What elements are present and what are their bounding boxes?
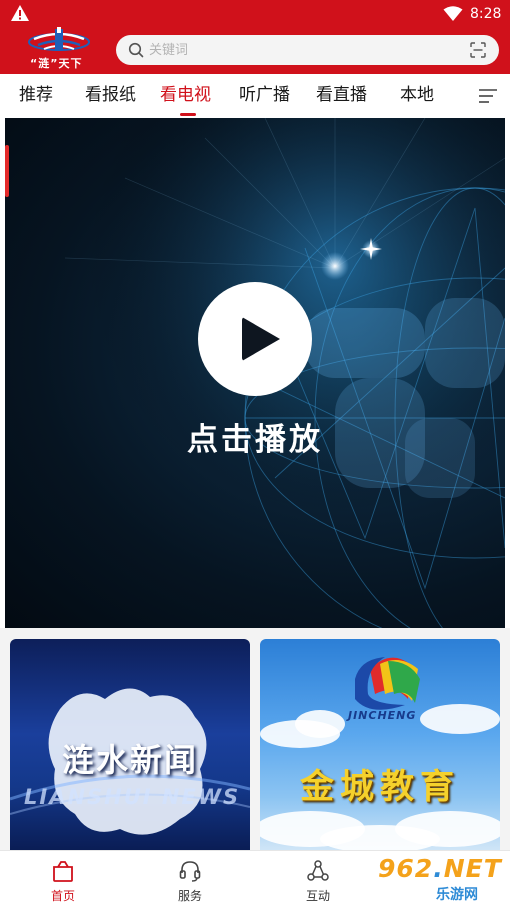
card-title: 金城教育 <box>300 767 460 807</box>
card-brand: JINCHENG <box>348 709 417 722</box>
play-button[interactable] <box>198 282 312 396</box>
tab-radio[interactable]: 听广播 <box>239 84 290 106</box>
play-icon <box>242 317 280 361</box>
video-player[interactable]: 点击播放 <box>5 118 505 628</box>
card-title: 涟水新闻 <box>62 741 199 779</box>
logo-text: “涟”天下 <box>30 57 83 70</box>
jincheng-emblem-graphic <box>260 657 500 850</box>
watermark: 962.NET 乐游网 <box>370 852 504 904</box>
app-screen: 8:28 “涟”天下 推荐 看报纸 看电视 听广播 <box>0 0 510 907</box>
app-header: 8:28 “涟”天下 <box>0 0 510 74</box>
tab-live[interactable]: 看直播 <box>316 84 367 106</box>
program-list: 涟水新闻 LIANSHUI NEWS JINCHENG 金城教育 <box>0 628 510 850</box>
search-icon <box>128 42 144 58</box>
warning-icon <box>11 5 29 21</box>
headset-icon <box>179 861 201 882</box>
search-input[interactable] <box>149 40 449 60</box>
nav-service[interactable]: 服务 <box>150 851 230 907</box>
pull-indicator <box>5 145 9 197</box>
category-tabs: 推荐 看报纸 看电视 听广播 看直播 本地 <box>0 74 510 118</box>
home-icon <box>53 861 73 882</box>
menu-icon[interactable] <box>478 87 498 105</box>
card-subtitle: LIANSHUI NEWS <box>24 785 241 809</box>
watermark-sub: 乐游网 <box>436 887 478 903</box>
program-card-lianshui-news[interactable]: 涟水新闻 LIANSHUI NEWS <box>10 639 250 850</box>
tab-recommend[interactable]: 推荐 <box>19 84 53 106</box>
nav-label: 首页 <box>50 889 75 903</box>
nav-home[interactable]: 首页 <box>23 851 103 907</box>
nav-label: 服务 <box>177 889 202 903</box>
tab-local[interactable]: 本地 <box>400 84 434 106</box>
status-bar: 8:28 <box>0 0 510 28</box>
nav-interact[interactable]: 互动 <box>278 851 358 907</box>
program-card-jincheng-education[interactable]: JINCHENG 金城教育 <box>260 639 500 850</box>
active-tab-indicator <box>180 113 196 116</box>
tab-tv[interactable]: 看电视 <box>160 84 211 106</box>
nav-label: 互动 <box>305 889 330 903</box>
status-time: 8:28 <box>470 6 502 22</box>
interact-icon <box>307 860 329 881</box>
play-label[interactable]: 点击播放 <box>155 414 355 459</box>
watermark-logo: 962.NET <box>378 854 502 883</box>
scan-icon[interactable] <box>470 42 486 58</box>
search-bar[interactable] <box>116 35 499 65</box>
tab-newspaper[interactable]: 看报纸 <box>85 84 136 106</box>
wifi-icon <box>443 6 463 21</box>
